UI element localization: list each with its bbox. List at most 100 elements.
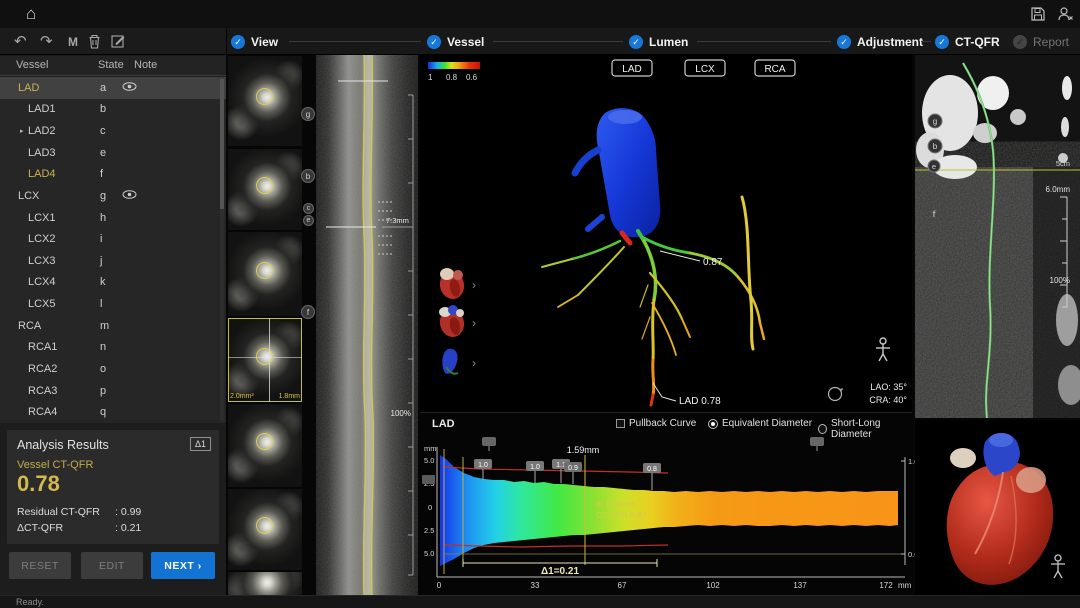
- vessel-result-label: LAD 0.78: [679, 396, 721, 407]
- eye-icon[interactable]: [122, 190, 137, 202]
- user-logout-icon[interactable]: [1057, 6, 1074, 22]
- eye-icon[interactable]: [122, 82, 137, 94]
- lumen-contour: [256, 517, 273, 534]
- cross-section-thumbnail[interactable]: [228, 572, 302, 595]
- vessel-row-rca[interactable]: RCAm: [0, 315, 226, 337]
- heart-3d-view[interactable]: [915, 420, 1080, 595]
- vessel-row-lad4[interactable]: LAD4f: [0, 164, 226, 186]
- vessel-name: LAD: [18, 82, 39, 94]
- svg-text:b: b: [933, 142, 938, 151]
- redo-icon[interactable]: ↷: [40, 32, 53, 50]
- radio-off-icon: [818, 424, 827, 434]
- vessel-row-rca2[interactable]: RCA2o: [0, 358, 226, 380]
- vessel-name: RCA: [18, 320, 41, 332]
- lumen-contour: [256, 88, 273, 105]
- vessel-state: g: [100, 190, 106, 202]
- lesion-pin-tabs[interactable]: [482, 437, 824, 451]
- y-unit-label: mm: [424, 444, 437, 453]
- vessel-list-scrollbar[interactable]: [220, 79, 224, 421]
- edit-button[interactable]: EDIT: [81, 552, 143, 579]
- equivalent-diameter-radio[interactable]: Equivalent Diameter: [708, 418, 812, 429]
- check-icon: ✓: [837, 35, 851, 49]
- y-tick: 2.5: [424, 526, 434, 535]
- pullback-curve-checkbox[interactable]: Pullback Curve: [616, 418, 696, 429]
- branch-marker-e[interactable]: e: [303, 215, 314, 226]
- tab-vessel[interactable]: ✓Vessel: [427, 28, 484, 55]
- branch-marker-f[interactable]: f: [301, 305, 315, 319]
- vessel-row-lcx4[interactable]: LCX4k: [0, 272, 226, 294]
- cross-section-thumbnail[interactable]: [228, 489, 302, 570]
- vessel-row-lcx1[interactable]: LCX1 h: [0, 207, 226, 229]
- colorbar-tick-1: 1: [428, 73, 433, 82]
- tab-lumen[interactable]: ✓Lumen: [629, 28, 688, 55]
- ct-qfr-workstation: ⌂ ↶ ↷ M ✓View ✓Vessel ✓Lumen ✓Adjustment: [0, 0, 1080, 608]
- vessel-name: LCX1: [28, 212, 56, 224]
- vessel-row-lad3[interactable]: LAD3e: [0, 142, 226, 164]
- chart-header: LAD Pullback Curve Equivalent Diameter S…: [420, 413, 912, 435]
- x-tick: 33: [531, 581, 540, 590]
- vessel-name: LAD4: [28, 168, 56, 180]
- diameter-band: [440, 455, 898, 566]
- coronary-3d-view[interactable]: 1 0.8 0.6 LAD LCX RCA: [420, 55, 912, 412]
- vessel-row-lad1[interactable]: LAD1b: [0, 99, 226, 121]
- axis-marker-tab[interactable]: [422, 475, 435, 484]
- vessel-name: RCA1: [28, 341, 57, 353]
- cross-section-thumbnail-selected[interactable]: 2.0mm² 1.8mm: [228, 318, 302, 402]
- cross-section-thumbnail[interactable]: [228, 404, 302, 487]
- vessel-row-lcx2[interactable]: LCX2i: [0, 228, 226, 250]
- svg-text:LCX: LCX: [695, 64, 715, 75]
- workflow-tabs: ✓View ✓Vessel ✓Lumen ✓Adjustment ✓CT-QFR…: [227, 28, 1080, 55]
- chevron-right-icon: ›: [472, 278, 476, 292]
- save-icon[interactable]: [1030, 6, 1046, 22]
- cross-section-thumbnail[interactable]: [228, 56, 302, 146]
- x-tick: 67: [618, 581, 627, 590]
- measure-icon[interactable]: M: [68, 35, 78, 49]
- status-bar: Ready.: [0, 595, 1080, 608]
- vessel-list: LAD a LAD1b ▸LAD2c LAD3e LAD4f LCX g LCX…: [0, 77, 226, 423]
- tab-connector: [289, 41, 421, 42]
- vessel-row-rca3[interactable]: RCA3p: [0, 380, 226, 402]
- tab-connector: [493, 41, 623, 42]
- tab-adjustment[interactable]: ✓ Adjustment: [837, 28, 923, 55]
- status-text: Ready.: [16, 597, 44, 607]
- vessel-row-rca4[interactable]: RCA4q: [0, 401, 226, 423]
- tab-report[interactable]: ✓Report: [1013, 28, 1069, 55]
- delete-icon[interactable]: [88, 34, 101, 49]
- tab-view[interactable]: ✓View: [231, 28, 278, 55]
- svg-text:LAD: LAD: [622, 64, 641, 75]
- edit-note-icon[interactable]: [111, 34, 126, 49]
- qfr-colorbar: [428, 62, 480, 69]
- vessel-row-lad[interactable]: LAD a: [0, 77, 226, 99]
- cross-section-thumbnail[interactable]: [228, 232, 302, 316]
- lesion-tooltip-qfr: CT-QFR 0.87: [596, 510, 647, 520]
- check-icon: ✓: [1013, 35, 1027, 49]
- curved-mpr-view[interactable]: g b e f 5cm 6.0mm 100%: [915, 55, 1080, 418]
- branch-marker-c[interactable]: c: [303, 203, 314, 214]
- tab-ct-qfr[interactable]: ✓CT-QFR: [935, 28, 1000, 55]
- chevron-right-icon: ›: [472, 316, 476, 330]
- vessel-row-lcx[interactable]: LCX g: [0, 185, 226, 207]
- branch-marker-b[interactable]: b: [301, 169, 315, 183]
- straightened-cpr-view[interactable]: 7.3mm 100%: [316, 55, 418, 595]
- tab-label: Adjustment: [857, 35, 923, 49]
- lumen-contour: [256, 262, 273, 279]
- next-button[interactable]: NEXT ›: [151, 552, 215, 579]
- home-icon[interactable]: ⌂: [26, 4, 36, 24]
- reset-button[interactable]: RESET: [9, 552, 71, 579]
- svg-text:1.0: 1.0: [478, 462, 488, 469]
- vessel-row-rca1[interactable]: RCA1n: [0, 337, 226, 359]
- svg-text:0.8: 0.8: [647, 466, 657, 473]
- cross-section-thumbnail[interactable]: [228, 149, 302, 230]
- tab-label: View: [251, 35, 278, 49]
- vessel-name: LCX2: [28, 233, 56, 245]
- x-unit-label: mm: [898, 581, 912, 590]
- vessel-row-lcx3[interactable]: LCX3j: [0, 250, 226, 272]
- vessel-row-lcx5[interactable]: LCX5l: [0, 293, 226, 315]
- diameter-chart[interactable]: mm 5.0 2.5 0 2.5 5.0 1.59mm 1.0: [420, 435, 920, 596]
- branch-marker-g[interactable]: g: [301, 107, 315, 121]
- tab-label: Lumen: [649, 35, 688, 49]
- vessel-state: h: [100, 212, 106, 224]
- analysis-title: Analysis Results: [17, 438, 109, 452]
- vessel-row-lad2[interactable]: ▸LAD2c: [0, 120, 226, 142]
- undo-icon[interactable]: ↶: [14, 32, 27, 50]
